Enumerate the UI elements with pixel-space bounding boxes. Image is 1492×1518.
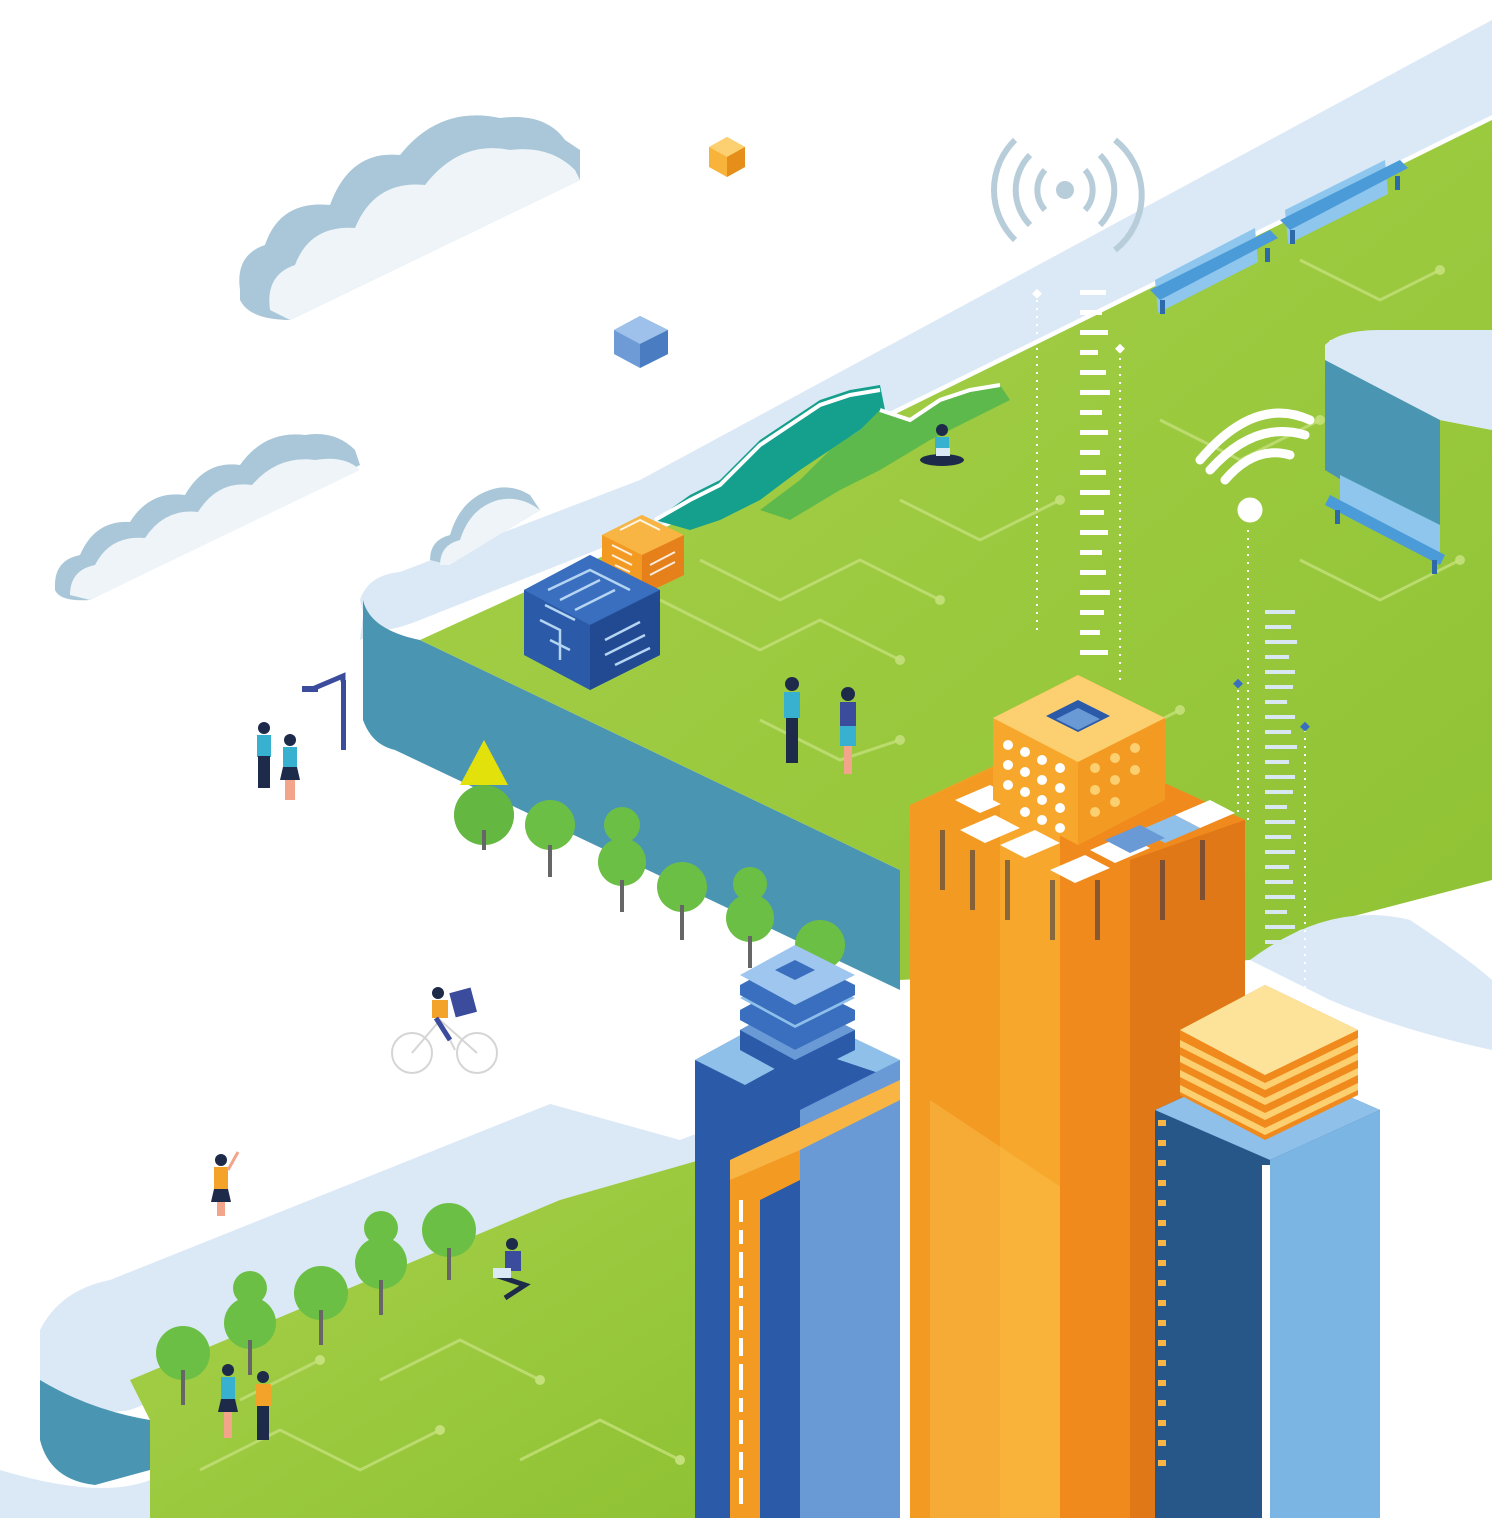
laptop-icon [493, 1268, 511, 1278]
blue-building-left [695, 1010, 900, 1518]
cloud-icon [239, 115, 581, 320]
tree-icon [525, 800, 575, 877]
street-lamp-icon [302, 672, 346, 750]
cloud-icon [55, 434, 360, 601]
floating-cube-blue [614, 316, 668, 368]
tree-icon [657, 862, 707, 940]
person-icon [211, 1151, 240, 1216]
person-icon [257, 722, 271, 788]
person-icon [280, 734, 300, 800]
tree-icon [598, 807, 646, 912]
tree-icon [726, 867, 774, 968]
smart-city-illustration [0, 0, 1492, 1518]
floating-cube-orange [709, 137, 745, 177]
